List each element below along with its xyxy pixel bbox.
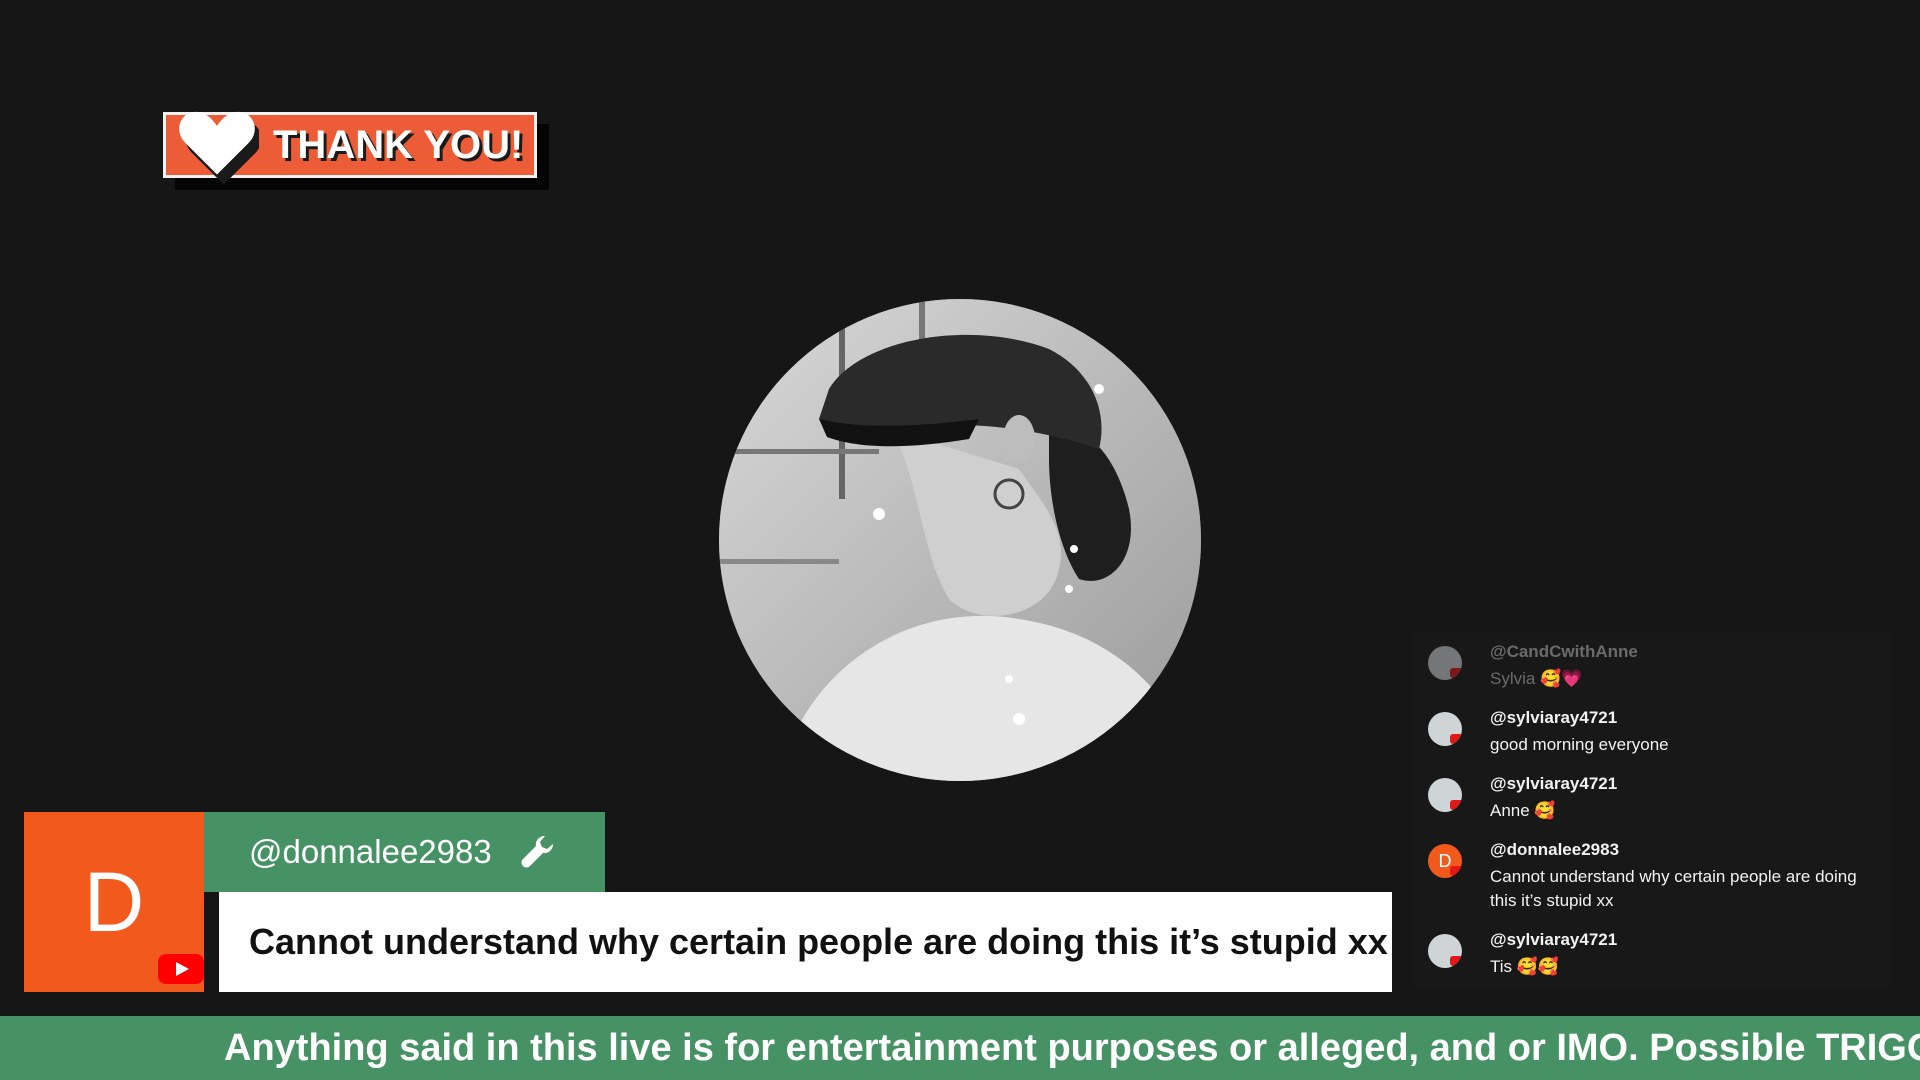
featured-message: Cannot understand why certain people are… <box>249 921 1388 962</box>
avatar <box>1428 934 1462 968</box>
featured-message-box: Cannot understand why certain people are… <box>219 892 1392 992</box>
featured-username: @donnalee2983 <box>249 833 492 870</box>
thank-you-label: THANK YOU! <box>273 123 524 167</box>
stream-overlay: THANK YOU! @CandCwithAnne Sylvia 🥰💗 @syl… <box>0 0 1920 1080</box>
youtube-icon <box>1450 866 1462 876</box>
avatar <box>1428 778 1462 812</box>
wrench-icon <box>521 836 553 868</box>
chat-username: @donnalee2983 <box>1490 840 1620 859</box>
chat-username: @sylviaray4721 <box>1490 774 1618 793</box>
chat-text: Cannot understand why certain people are… <box>1490 867 1857 910</box>
ticker-text: Anything said in this live is for entert… <box>224 1027 1920 1069</box>
chat-text: Tis 🥰🥰 <box>1490 957 1560 976</box>
youtube-icon <box>1450 668 1462 678</box>
chat-text: Anne 🥰 <box>1490 801 1556 820</box>
streamer-photo <box>719 299 1201 781</box>
thank-you-badge: THANK YOU! <box>163 111 549 190</box>
chat-text: good morning everyone <box>1490 735 1669 754</box>
live-chat-panel[interactable]: @CandCwithAnne Sylvia 🥰💗 @sylviaray4721 … <box>1414 630 1890 990</box>
chat-username: @sylviaray4721 <box>1490 708 1618 727</box>
heart-icon <box>179 111 259 185</box>
featured-username-bar: @donnalee2983 <box>204 812 605 892</box>
chat-text: Sylvia 🥰💗 <box>1490 669 1583 688</box>
youtube-icon <box>158 954 204 984</box>
youtube-icon <box>1450 734 1462 744</box>
avatar: D <box>1428 844 1462 878</box>
youtube-icon <box>1450 800 1462 810</box>
youtube-icon <box>1450 956 1462 966</box>
avatar <box>1428 712 1462 746</box>
disclaimer-ticker: Anything said in this live is for entert… <box>0 1016 1920 1080</box>
avatar <box>1428 646 1462 680</box>
chat-username: @CandCwithAnne <box>1490 642 1638 661</box>
chat-username: @sylviaray4721 <box>1490 930 1618 949</box>
